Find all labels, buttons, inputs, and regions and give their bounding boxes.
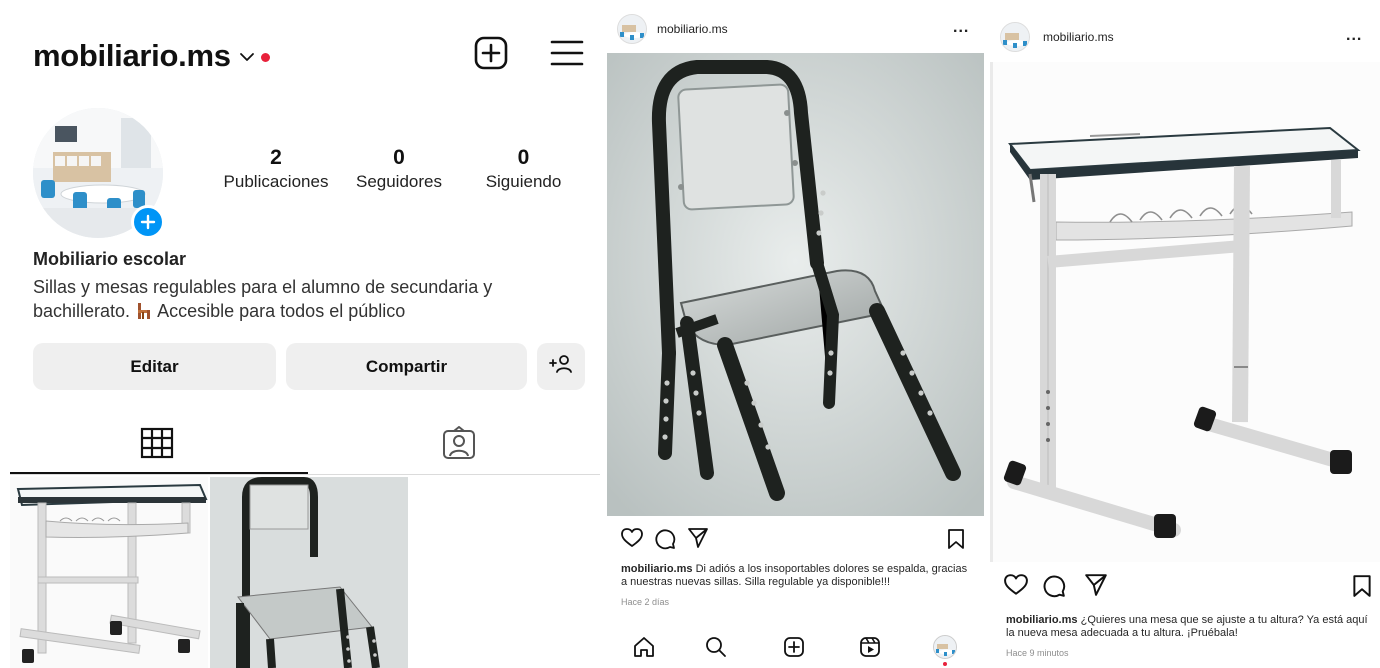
stat-posts-label: Publicaciones — [223, 172, 329, 191]
post-chair: mobiliario.ms ... mobiliario.ms Di adiós… — [607, 0, 984, 668]
notification-dot-icon — [260, 52, 270, 62]
edit-profile-button[interactable]: Editar — [33, 343, 276, 390]
share-profile-button[interactable]: Compartir — [286, 343, 527, 390]
stat-followers-value: 0 — [393, 146, 405, 169]
nav-profile-avatar[interactable] — [933, 635, 957, 659]
grid-tab-icon[interactable] — [140, 427, 174, 464]
menu-icon[interactable] — [550, 38, 584, 73]
caption-username[interactable]: mobiliario.ms — [1006, 614, 1078, 626]
tab-divider — [10, 474, 600, 475]
stat-following-value: 0 — [517, 146, 530, 169]
post-time: Hace 2 días — [621, 597, 670, 607]
caption-username[interactable]: mobiliario.ms — [621, 563, 693, 575]
grid-thumbnail-chair[interactable] — [210, 477, 408, 668]
post-avatar[interactable] — [1000, 22, 1030, 52]
stat-following[interactable]: 0 Siguiendo — [476, 146, 571, 194]
post-username[interactable]: mobiliario.ms — [657, 22, 728, 36]
grid-thumbnail-desk[interactable] — [10, 477, 208, 668]
post-image-desk[interactable] — [990, 62, 1380, 562]
profile-panel: mobiliario.ms 2 Publicaciones 0 Seguidor… — [0, 0, 600, 668]
stat-posts[interactable]: 2 Publicaciones — [218, 146, 334, 194]
tagged-tab-icon[interactable] — [442, 426, 476, 465]
post-header: mobiliario.ms ... — [990, 0, 1380, 52]
comment-icon[interactable] — [1042, 574, 1066, 603]
add-person-icon — [549, 354, 573, 379]
post-avatar[interactable] — [617, 14, 647, 44]
search-icon[interactable] — [705, 636, 727, 663]
bottom-nav — [607, 628, 984, 668]
stat-followers-label: Seguidores — [355, 172, 442, 191]
stat-following-label: Siguiendo — [485, 172, 562, 191]
post-image-chair[interactable] — [607, 53, 984, 516]
chair-emoji-icon — [135, 302, 153, 326]
reels-icon[interactable] — [859, 636, 881, 663]
add-person-button[interactable] — [537, 343, 585, 390]
comment-icon[interactable] — [654, 528, 676, 555]
more-options-icon[interactable]: ... — [1346, 27, 1362, 45]
profile-bio-text-2: Accesible para todos el público — [157, 301, 406, 321]
post-desk: mobiliario.ms ... mobiliario.ms ¿Quieres… — [990, 0, 1380, 668]
more-options-icon[interactable]: ... — [953, 19, 969, 37]
new-post-icon[interactable] — [474, 36, 508, 75]
bookmark-icon[interactable] — [1352, 574, 1372, 603]
stat-posts-value: 2 — [270, 146, 282, 169]
stat-followers[interactable]: 0 Seguidores — [346, 146, 452, 194]
home-icon[interactable] — [633, 636, 655, 663]
post-username[interactable]: mobiliario.ms — [1043, 30, 1114, 44]
post-header: mobiliario.ms ... — [607, 0, 984, 52]
share-icon[interactable] — [1084, 573, 1108, 602]
post-time: Hace 9 minutos — [1006, 648, 1069, 658]
profile-header: mobiliario.ms — [33, 38, 270, 74]
share-icon[interactable] — [687, 527, 709, 554]
create-icon[interactable] — [783, 636, 805, 663]
like-icon[interactable] — [621, 528, 643, 553]
chevron-down-icon[interactable] — [239, 49, 255, 67]
post-caption: mobiliario.ms Di adiós a los insoportabl… — [621, 563, 976, 589]
profile-display-name: Mobiliario escolar — [33, 249, 187, 269]
like-icon[interactable] — [1004, 574, 1028, 601]
profile-username[interactable]: mobiliario.ms — [33, 38, 231, 74]
add-avatar-icon[interactable] — [131, 205, 165, 239]
post-caption: mobiliario.ms ¿Quieres una mesa que se a… — [1006, 614, 1376, 640]
nav-notification-dot — [943, 662, 947, 666]
bookmark-icon[interactable] — [947, 528, 965, 555]
profile-bio: Sillas y mesas regulables para el alumno… — [33, 275, 563, 326]
